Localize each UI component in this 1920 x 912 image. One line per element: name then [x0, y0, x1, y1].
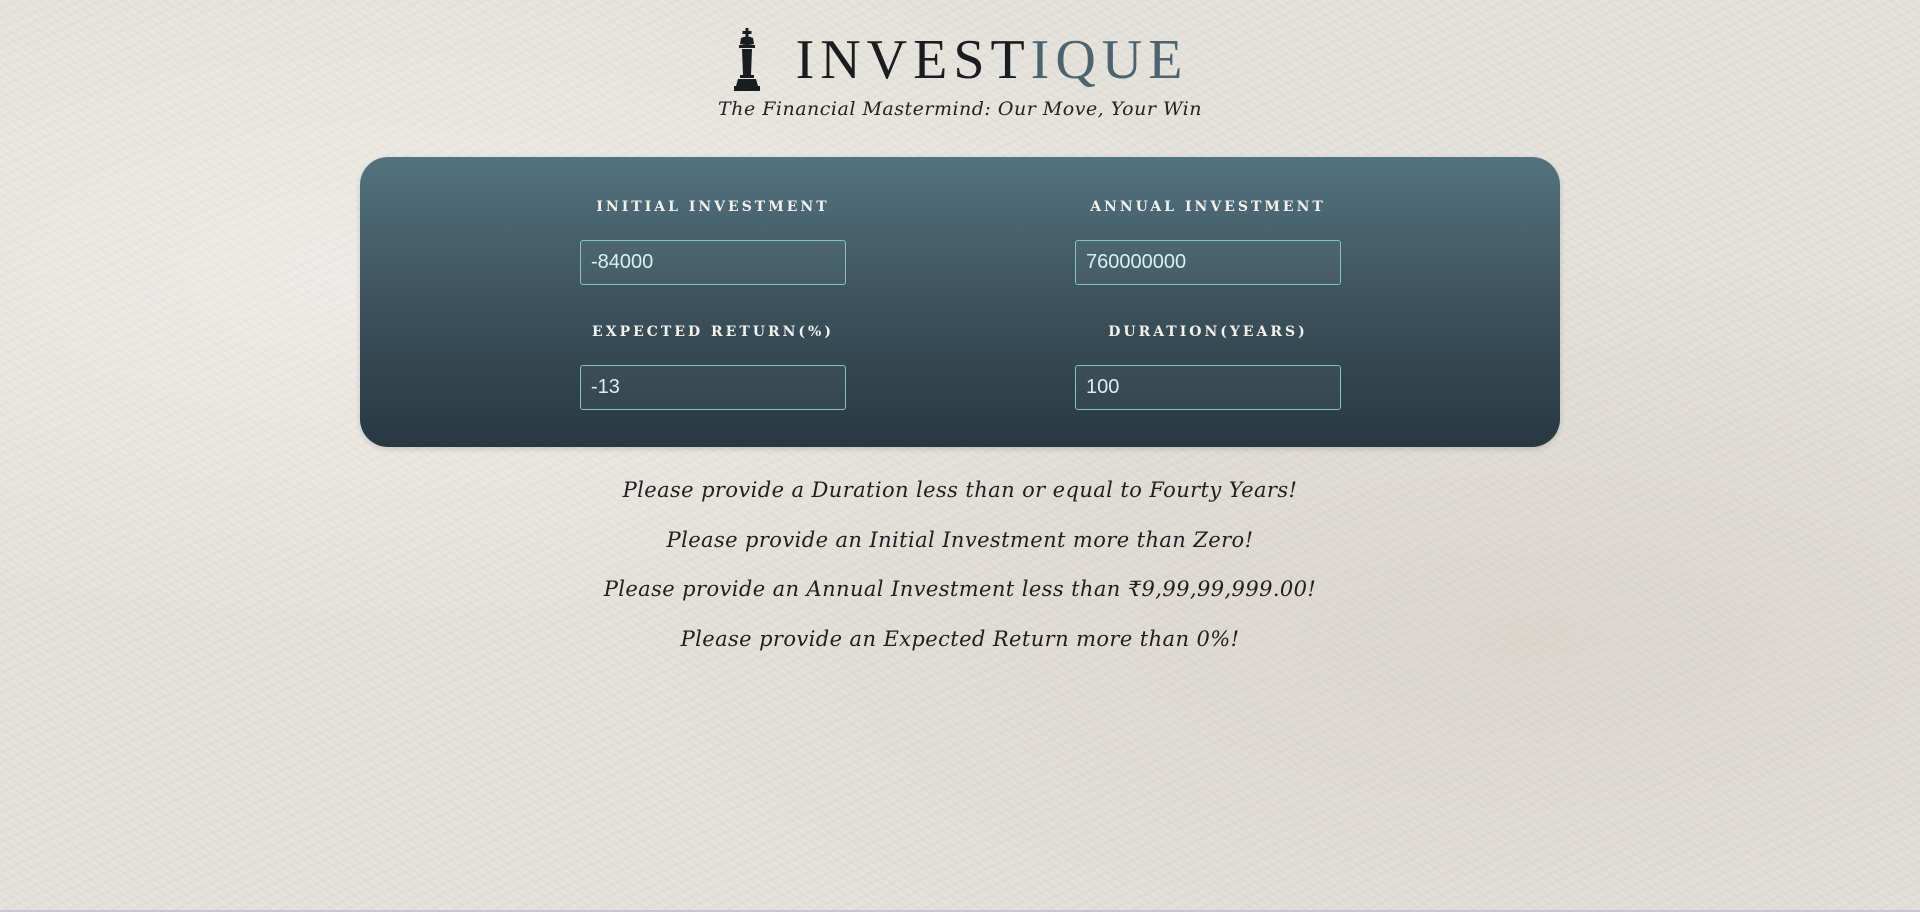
initial-investment-field: INITIAL INVESTMENT: [580, 197, 846, 285]
expected-return-input[interactable]: [580, 365, 846, 410]
expected-return-label: EXPECTED RETURN(%): [592, 324, 834, 340]
brand-primary: INVEST: [795, 29, 1031, 91]
error-expected-return: Please provide an Expected Return more t…: [680, 626, 1240, 651]
duration-label: DURATION(YEARS): [1108, 324, 1308, 340]
annual-investment-field: ANNUAL INVESTMENT: [1075, 197, 1341, 285]
brand-name: INVESTIQUE: [796, 28, 1189, 92]
annual-investment-input[interactable]: [1075, 240, 1341, 285]
duration-input[interactable]: [1075, 365, 1341, 410]
annual-investment-label: ANNUAL INVESTMENT: [1090, 199, 1326, 215]
error-duration: Please provide a Duration less than or e…: [622, 478, 1298, 502]
error-initial-investment: Please provide an Initial Investment mor…: [666, 527, 1254, 552]
error-annual-investment: Please provide an Annual Investment less…: [603, 577, 1317, 601]
expected-return-field: EXPECTED RETURN(%): [580, 322, 846, 410]
duration-field: DURATION(YEARS): [1075, 322, 1341, 410]
logo: INVESTIQUE: [0, 28, 1920, 92]
investment-form-panel: INITIAL INVESTMENT ANNUAL INVESTMENT EXP…: [360, 157, 1560, 447]
tagline: The Financial Mastermind: Our Move, Your…: [718, 98, 1202, 120]
initial-investment-label: INITIAL INVESTMENT: [596, 199, 830, 215]
initial-investment-input[interactable]: [580, 240, 846, 285]
chess-king-icon: [733, 28, 760, 91]
brand-accent: IQUE: [1030, 29, 1189, 91]
error-messages: Please provide a Duration less than or e…: [0, 466, 1920, 664]
